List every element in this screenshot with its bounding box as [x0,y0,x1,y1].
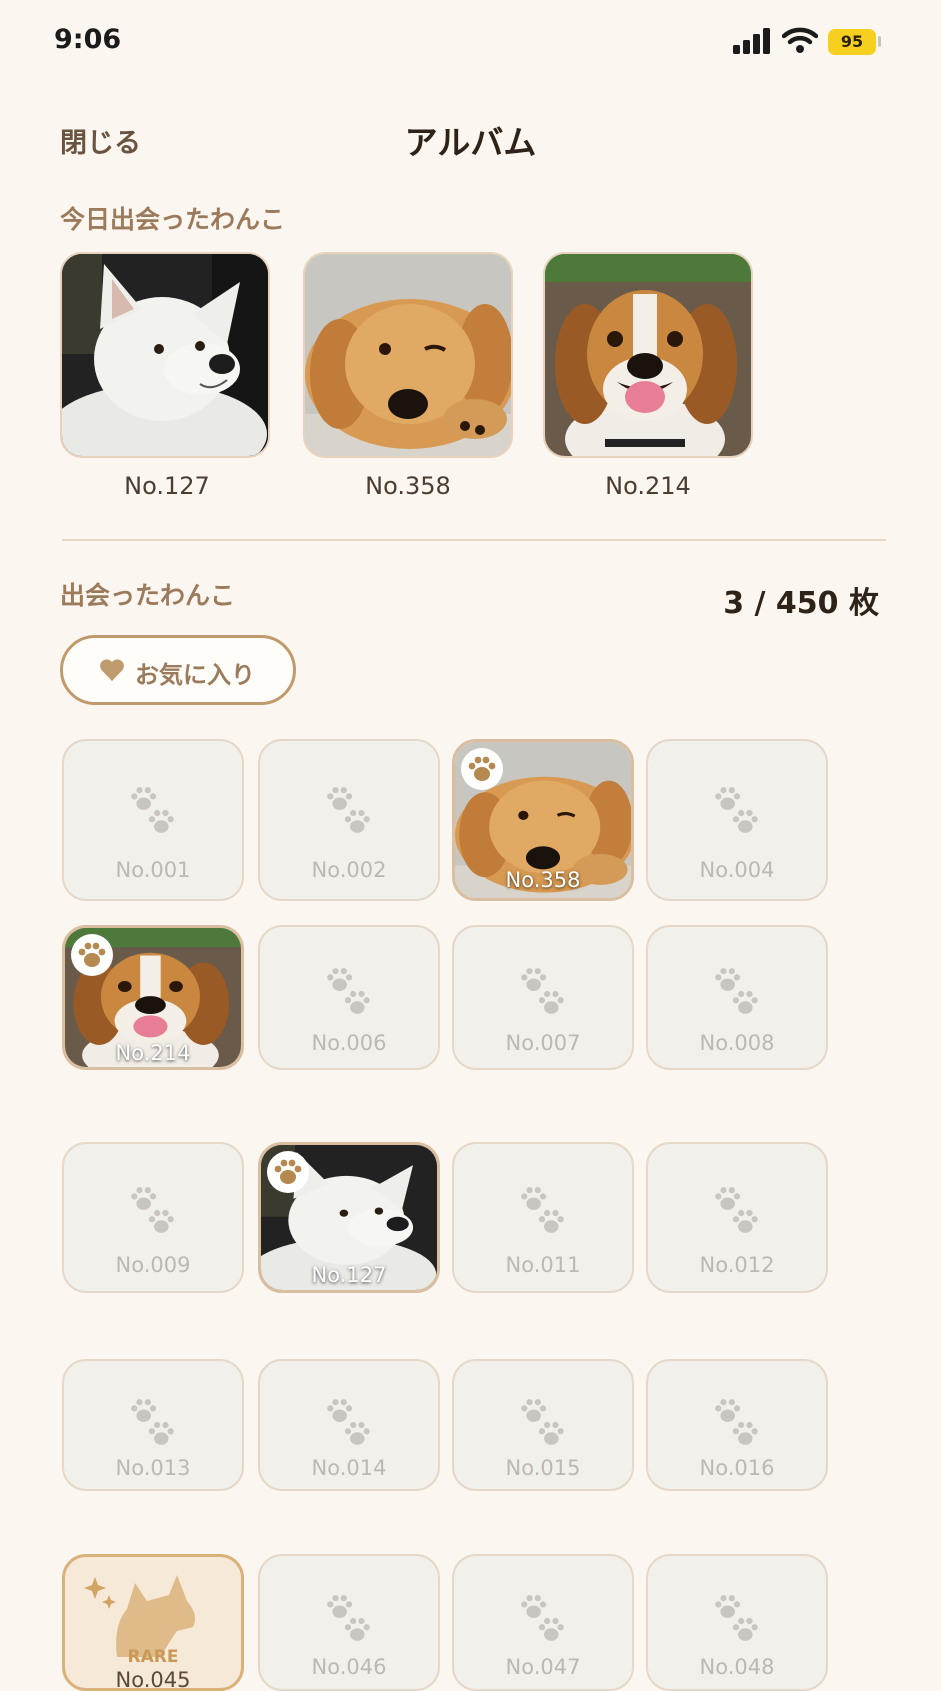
close-button[interactable]: 閉じる [60,121,141,160]
cell-number: No.127 [311,1263,387,1287]
collected-badge [461,748,503,790]
collected-badge [267,1151,309,1193]
collection-cell-127[interactable]: No.127 [258,1142,440,1293]
cell-number: No.045 [115,1668,191,1691]
collection-cell-016[interactable]: No.016 [646,1359,828,1491]
favorites-filter-button[interactable]: お気に入り [60,635,296,705]
cell-number: No.214 [115,1041,191,1065]
signal-icon [733,28,770,54]
cell-number: No.011 [505,1253,581,1277]
paw-prints-icon [521,1187,564,1233]
paw-prints-icon [327,1595,370,1641]
today-dog-number-1: No.127 [124,472,210,500]
collected-badge [71,934,113,976]
collection-cell-048[interactable]: No.048 [646,1554,828,1691]
cell-number: No.007 [505,1031,581,1055]
paw-prints-icon [131,1187,174,1233]
cell-number: No.006 [311,1031,387,1055]
cell-number: No.002 [311,858,387,882]
clock: 9:06 [54,24,122,55]
today-dog-number-3: No.214 [605,472,691,500]
collection-cell-004[interactable]: No.004 [646,739,828,901]
battery-indicator: 95 [828,29,876,55]
today-dog-card-3[interactable] [543,252,753,458]
status-bar: 9:06 95 [0,0,941,90]
collection-cell-011[interactable]: No.011 [452,1142,634,1293]
today-dog-card-1[interactable] [60,252,270,458]
paw-prints-icon [131,1399,174,1445]
cell-number: No.048 [699,1655,775,1679]
collection-cell-045[interactable]: RARE No.045 [62,1554,244,1691]
cell-number: No.009 [115,1253,191,1277]
paw-prints-icon [131,787,174,833]
paw-prints-icon [327,787,370,833]
paw-prints-icon [327,1399,370,1445]
white-dog-photo [62,254,268,456]
cell-number: No.008 [699,1031,775,1055]
collection-cell-046[interactable]: No.046 [258,1554,440,1691]
paw-prints-icon [715,1399,758,1445]
today-dog-card-2[interactable] [303,252,513,458]
paw-prints-icon [715,1187,758,1233]
heart-icon [100,659,124,681]
collection-cell-015[interactable]: No.015 [452,1359,634,1491]
collection-cell-047[interactable]: No.047 [452,1554,634,1691]
paw-prints-icon [715,1595,758,1641]
beagle-dog-photo [545,254,751,456]
rare-label: RARE [127,1647,179,1667]
favorites-label: お気に入り [135,661,255,689]
paw-icon [468,756,496,781]
collection-section-label: 出会ったわんこ [60,581,236,610]
collection-cell-006[interactable]: No.006 [258,925,440,1070]
paw-icon [78,942,106,967]
cell-number: No.014 [311,1456,387,1480]
cell-number: No.012 [699,1253,775,1277]
collection-cell-358[interactable]: No.358 [452,739,634,901]
collection-cell-007[interactable]: No.007 [452,925,634,1070]
cell-number: No.047 [505,1655,581,1679]
collection-cell-014[interactable]: No.014 [258,1359,440,1491]
collection-cell-013[interactable]: No.013 [62,1359,244,1491]
section-divider [62,539,886,541]
page-title: アルバム [404,123,537,162]
battery-tip [878,36,881,47]
collection-cell-008[interactable]: No.008 [646,925,828,1070]
paw-icon [274,1159,302,1184]
golden-dog-photo [305,254,511,456]
today-dog-number-2: No.358 [365,472,451,500]
collection-cell-012[interactable]: No.012 [646,1142,828,1293]
cell-number: No.046 [311,1655,387,1679]
dog-collection-grid: No.001 No.002 No.358 No.004 No.214 No.00… [62,739,872,1691]
paw-prints-icon [715,968,758,1014]
collection-cell-009[interactable]: No.009 [62,1142,244,1293]
cell-number: No.015 [505,1456,581,1480]
paw-prints-icon [521,1595,564,1641]
wifi-icon [782,27,818,53]
today-section-label: 今日出会ったわんこ [60,205,286,234]
cell-number: No.004 [699,858,775,882]
collection-cell-002[interactable]: No.002 [258,739,440,901]
paw-prints-icon [521,1399,564,1445]
paw-prints-icon [715,787,758,833]
cell-number: No.013 [115,1456,191,1480]
collection-cell-001[interactable]: No.001 [62,739,244,901]
collection-count: 3 / 450 枚 [723,586,879,621]
cell-number: No.016 [699,1456,775,1480]
cell-number: No.001 [115,858,191,882]
paw-prints-icon [521,968,564,1014]
collection-cell-214[interactable]: No.214 [62,925,244,1070]
cell-number: No.358 [505,868,581,892]
paw-prints-icon [327,968,370,1014]
